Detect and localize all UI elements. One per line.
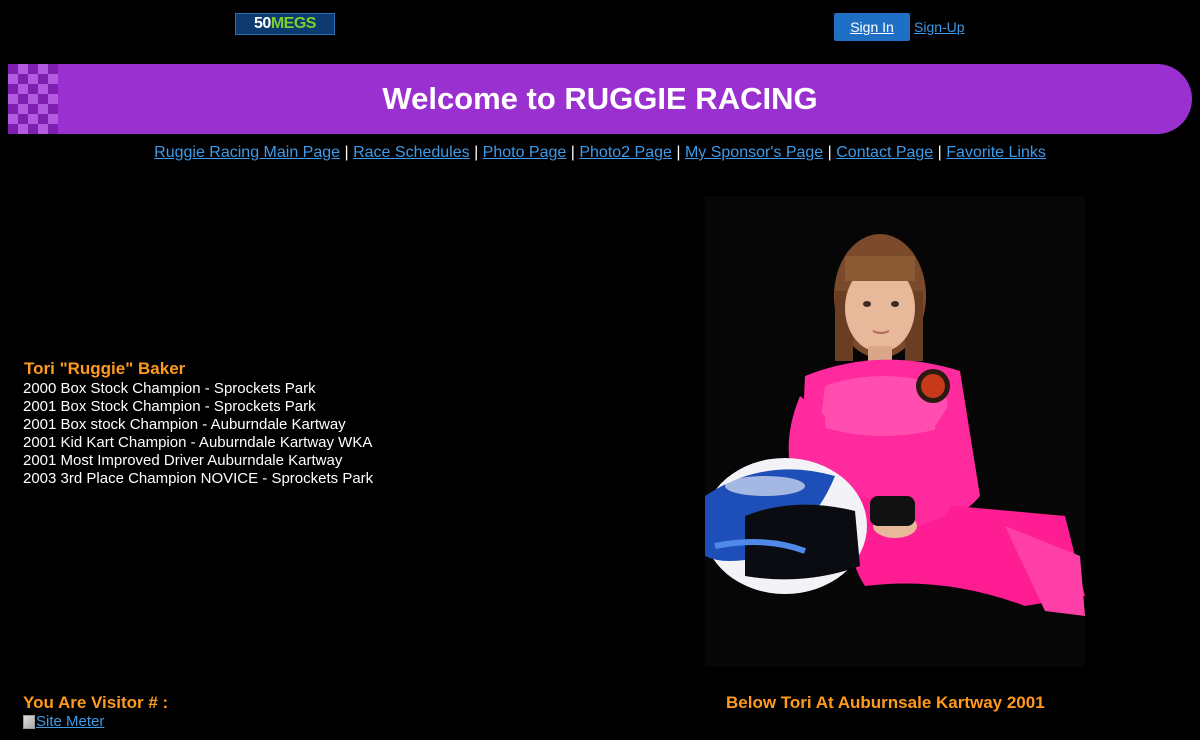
main-nav: Ruggie Racing Main Page | Race Schedules… [0, 144, 1200, 162]
achievement-item: 2001 Box stock Champion - Auburndale Kar… [23, 416, 346, 433]
page: 50 MEGS Sign In Sign-Up Welcome to RUGGIE… [0, 0, 1200, 740]
nav-separator: | [827, 144, 832, 161]
nav-link-sponsor-page[interactable]: My Sponsor's Page [685, 144, 823, 161]
nav-link-main-page[interactable]: Ruggie Racing Main Page [154, 144, 340, 161]
achievement-item: 2001 Box Stock Champion - Sprockets Park [23, 398, 316, 415]
broken-image-icon [23, 714, 35, 729]
nav-separator: | [570, 144, 575, 161]
nav-separator: | [937, 144, 942, 161]
photo-caption: Below Tori At Auburnsale Kartway 2001 [726, 693, 1045, 712]
50megs-logo[interactable]: 50 MEGS [235, 13, 335, 35]
logo-text: MEGS [270, 15, 317, 32]
nav-link-race-schedules[interactable]: Race Schedules [353, 144, 470, 161]
visitor-label: You Are Visitor # : [23, 693, 169, 712]
nav-link-favorite-links[interactable]: Favorite Links [946, 144, 1046, 161]
nav-link-photo-page[interactable]: Photo Page [483, 144, 567, 161]
nav-link-contact-page[interactable]: Contact Page [836, 144, 933, 161]
achievement-item: 2000 Box Stock Champion - Sprockets Park [23, 380, 316, 397]
logo-number: 50 [254, 15, 271, 32]
site-meter-link[interactable]: Site Meter [23, 713, 104, 730]
achievement-item: 2003 3rd Place Champion NOVICE - Sprocke… [23, 470, 374, 487]
achievements-list: 2000 Box Stock Champion - Sprockets Park… [23, 380, 373, 488]
site-meter-alt-text: Site Meter [36, 713, 105, 730]
driver-name: Tori "Ruggie" Baker [24, 359, 186, 378]
sign-up-link[interactable]: Sign-Up [914, 19, 965, 35]
page-title: Welcome to RUGGIE RACING [382, 81, 818, 116]
nav-separator: | [474, 144, 479, 161]
achievement-item: 2001 Most Improved Driver Auburndale Kar… [23, 452, 343, 469]
sign-in-button[interactable]: Sign In [834, 13, 910, 41]
achievement-item: 2001 Kid Kart Champion - Auburndale Kart… [23, 434, 373, 451]
welcome-banner: Welcome to RUGGIE RACING [8, 64, 1192, 134]
driver-photo [705, 196, 1085, 667]
nav-link-photo2-page[interactable]: Photo2 Page [579, 144, 672, 161]
nav-separator: | [344, 144, 349, 161]
nav-separator: | [676, 144, 681, 161]
